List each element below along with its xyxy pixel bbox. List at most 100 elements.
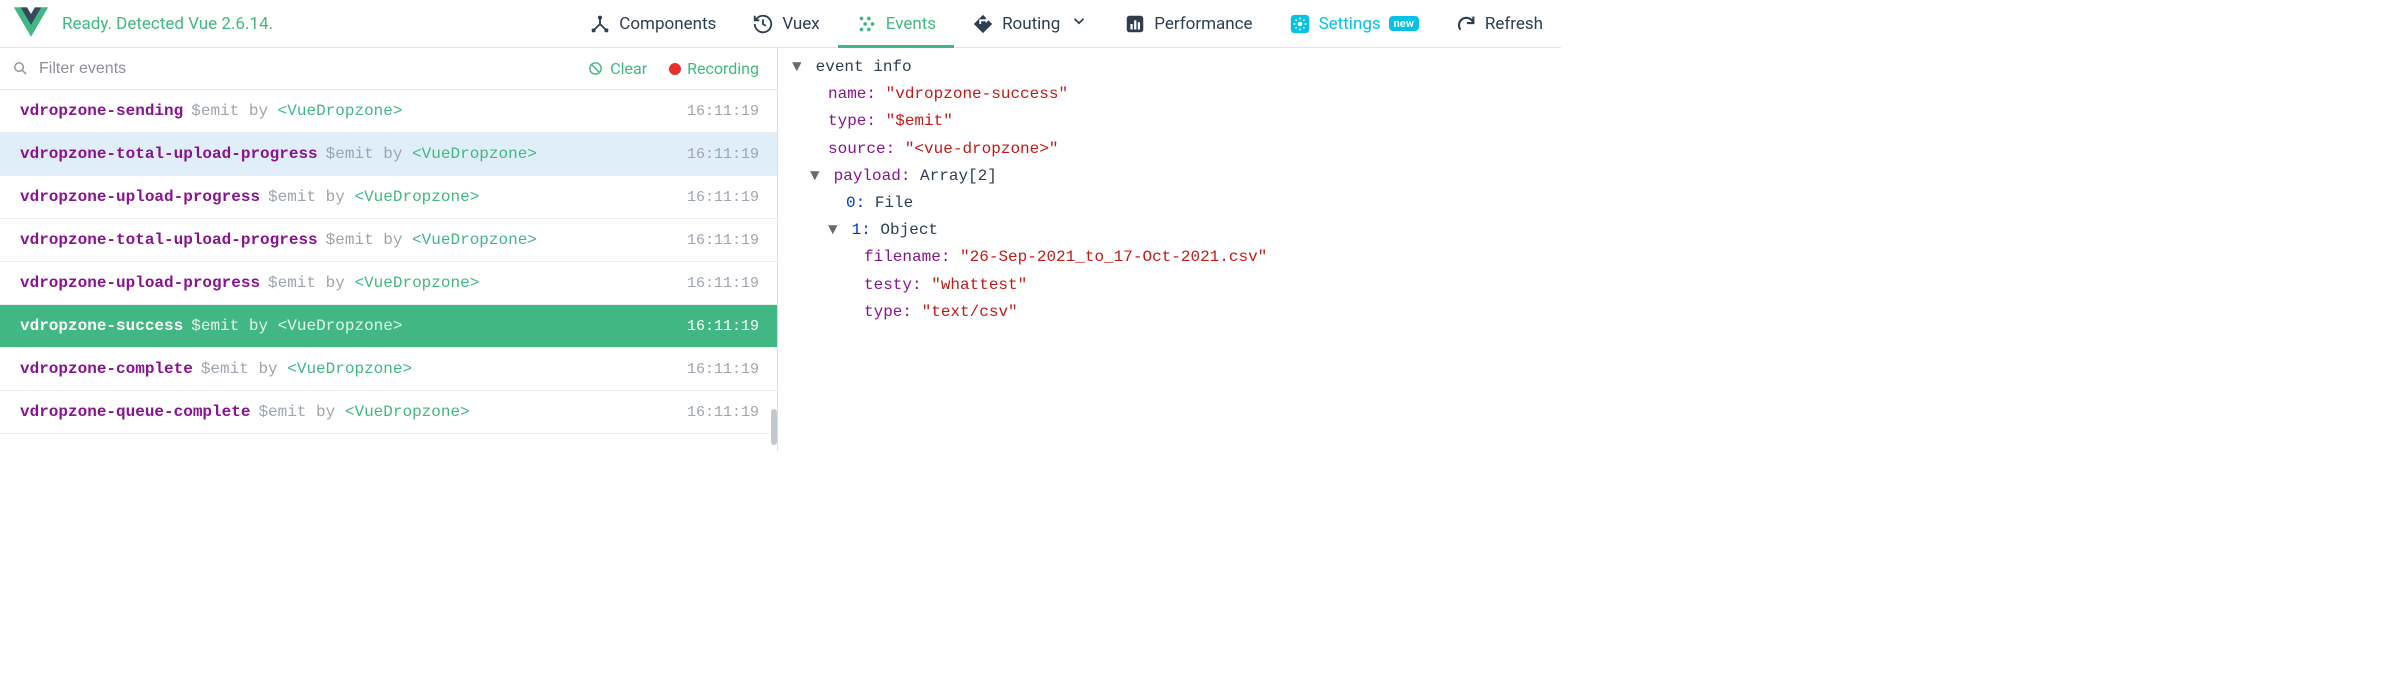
event-time: 16:11:19	[687, 103, 759, 120]
tree-value: "vdropzone-success"	[886, 85, 1068, 103]
scrollbar-thumb[interactable]	[771, 409, 777, 445]
tree-value: Object	[880, 221, 938, 239]
tab-vuex[interactable]: Vuex	[734, 0, 837, 47]
event-row[interactable]: vdropzone-total-upload-progress $emit by…	[0, 133, 777, 176]
caret-down-icon[interactable]: ▼	[828, 217, 842, 244]
tab-label: Events	[886, 14, 936, 34]
event-row[interactable]: vdropzone-sending $emit by <VueDropzone>…	[0, 90, 777, 133]
event-row[interactable]: vdropzone-upload-progress $emit by <VueD…	[0, 176, 777, 219]
tree-key: payload:	[834, 167, 911, 185]
chevron-down-icon	[1070, 12, 1088, 35]
event-row[interactable]: vdropzone-upload-progress $emit by <VueD…	[0, 262, 777, 305]
tab-settings[interactable]: Settings new	[1271, 0, 1437, 47]
event-meta: $emit by <VueDropzone>	[191, 317, 402, 335]
tab-routing[interactable]: Routing	[954, 0, 1106, 47]
grain-icon	[856, 13, 878, 35]
event-info-tree: ▼ event info name: "vdropzone-success" t…	[792, 54, 1547, 326]
event-meta: $emit by <VueDropzone>	[258, 403, 469, 421]
header-toolbar: Ready. Detected Vue 2.6.14. Components V…	[0, 0, 1561, 48]
event-meta: $emit by <VueDropzone>	[326, 231, 537, 249]
tree-key: 0:	[846, 194, 865, 212]
event-row[interactable]: vdropzone-total-upload-progress $emit by…	[0, 219, 777, 262]
caret-down-icon[interactable]: ▼	[792, 54, 806, 81]
recording-toggle[interactable]: Recording	[663, 59, 765, 78]
tree-kv[interactable]: ▼ 1: Object	[792, 217, 1547, 244]
tree-kv[interactable]: name: "vdropzone-success"	[792, 81, 1547, 108]
components-icon	[589, 13, 611, 35]
tree-header: event info	[816, 58, 912, 76]
event-time: 16:11:19	[687, 189, 759, 206]
tab-events[interactable]: Events	[838, 0, 954, 47]
tab-label: Settings	[1319, 14, 1381, 34]
tree-kv[interactable]: type: "$emit"	[792, 108, 1547, 135]
tab-performance[interactable]: Performance	[1106, 0, 1270, 47]
directions-icon	[972, 13, 994, 35]
bar-chart-icon	[1124, 13, 1146, 35]
tree-value: Array[2]	[920, 167, 997, 185]
event-meta: $emit by <VueDropzone>	[201, 360, 412, 378]
prohibit-icon	[587, 60, 604, 77]
events-list: vdropzone-sending $emit by <VueDropzone>…	[0, 90, 777, 451]
status-text: Ready. Detected Vue 2.6.14.	[62, 14, 273, 34]
tree-value: "text/csv"	[922, 303, 1018, 321]
event-name: vdropzone-total-upload-progress	[20, 145, 318, 163]
event-row[interactable]: vdropzone-success $emit by <VueDropzone>…	[0, 305, 777, 348]
event-name: vdropzone-total-upload-progress	[20, 231, 318, 249]
event-info-panel: ▼ event info name: "vdropzone-success" t…	[778, 48, 1561, 451]
filter-events-input[interactable]	[39, 60, 571, 78]
tab-components[interactable]: Components	[571, 0, 734, 47]
tree-kv[interactable]: source: "<vue-dropzone>"	[792, 136, 1547, 163]
tree-key: type:	[864, 303, 912, 321]
tree-value: "whattest"	[931, 276, 1027, 294]
event-meta: $emit by <VueDropzone>	[326, 145, 537, 163]
tree-value: "26-Sep-2021_to_17-Oct-2021.csv"	[960, 248, 1267, 266]
search-icon	[12, 60, 29, 77]
tree-kv[interactable]: ▼ payload: Array[2]	[792, 163, 1547, 190]
refresh-label: Refresh	[1485, 14, 1543, 34]
event-meta: $emit by <VueDropzone>	[268, 188, 479, 206]
tree-kv[interactable]: type: "text/csv"	[792, 299, 1547, 326]
tree-key: testy:	[864, 276, 922, 294]
tree-key: source:	[828, 140, 895, 158]
settings-icon	[1289, 13, 1311, 35]
tree-root[interactable]: ▼ event info	[792, 54, 1547, 81]
tree-kv[interactable]: filename: "26-Sep-2021_to_17-Oct-2021.cs…	[792, 244, 1547, 271]
tree-value: "$emit"	[886, 112, 953, 130]
tab-label: Performance	[1154, 14, 1252, 34]
tree-key: 1:	[852, 221, 871, 239]
tree-kv[interactable]: 0: File	[792, 190, 1547, 217]
event-time: 16:11:19	[687, 146, 759, 163]
tree-key: name:	[828, 85, 876, 103]
event-row[interactable]: vdropzone-queue-complete $emit by <VueDr…	[0, 391, 777, 434]
tree-kv[interactable]: testy: "whattest"	[792, 272, 1547, 299]
tab-label: Vuex	[782, 14, 819, 34]
tree-value: "<vue-dropzone>"	[905, 140, 1059, 158]
vue-logo-icon	[14, 7, 48, 41]
tabs: Components Vuex Events Routing	[571, 0, 1561, 47]
event-time: 16:11:19	[687, 275, 759, 292]
event-row[interactable]: vdropzone-complete $emit by <VueDropzone…	[0, 348, 777, 391]
refresh-icon	[1455, 13, 1477, 35]
event-name: vdropzone-success	[20, 317, 183, 335]
tree-key: filename:	[864, 248, 950, 266]
event-time: 16:11:19	[687, 361, 759, 378]
refresh-button[interactable]: Refresh	[1437, 0, 1561, 47]
tree-key: type:	[828, 112, 876, 130]
event-name: vdropzone-upload-progress	[20, 188, 260, 206]
event-name: vdropzone-complete	[20, 360, 193, 378]
event-time: 16:11:19	[687, 318, 759, 335]
event-meta: $emit by <VueDropzone>	[268, 274, 479, 292]
event-meta: $emit by <VueDropzone>	[191, 102, 402, 120]
record-dot-icon	[669, 63, 681, 75]
new-badge: new	[1389, 16, 1419, 31]
tab-label: Components	[619, 14, 716, 34]
event-time: 16:11:19	[687, 232, 759, 249]
event-name: vdropzone-sending	[20, 102, 183, 120]
tab-label: Routing	[1002, 14, 1060, 34]
clear-button[interactable]: Clear	[581, 59, 653, 78]
event-time: 16:11:19	[687, 404, 759, 421]
caret-down-icon[interactable]: ▼	[810, 163, 824, 190]
tree-value: File	[875, 194, 913, 212]
event-name: vdropzone-queue-complete	[20, 403, 250, 421]
history-icon	[752, 13, 774, 35]
